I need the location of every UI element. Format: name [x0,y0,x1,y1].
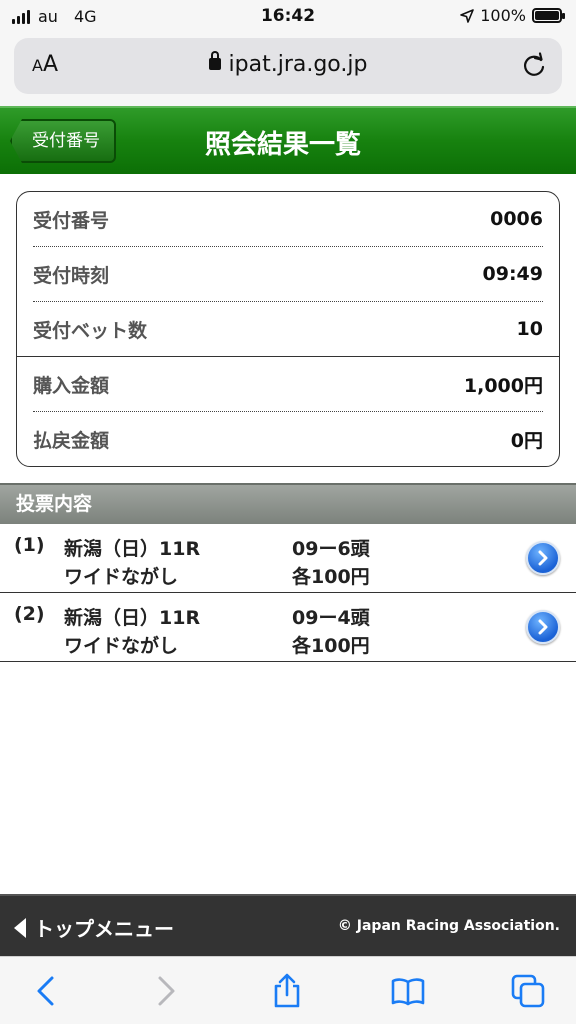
footer-bar: トップメニュー © Japan Racing Association. [0,894,576,956]
bookmarks-icon[interactable] [390,973,426,1009]
bet-race: 新潟（日）11R [64,538,201,560]
tabs-icon[interactable] [510,973,546,1009]
reload-icon[interactable] [520,52,548,80]
chevron-right-icon[interactable] [526,610,560,644]
receipt-info-card: 受付番号 0006 受付時刻 09:49 受付ベット数 10 購入金額 1,00… [16,191,560,467]
copyright-text: © Japan Racing Association. [337,918,560,934]
browser-toolbar [0,956,576,1024]
battery-percent: 100% [480,6,526,25]
bet-race: 新潟（日）11R [64,607,201,629]
bet-type: ワイドながし [64,635,179,657]
receipt-value: 0006 [490,208,543,230]
app-header: 受付番号 照会結果一覧 [0,106,576,174]
page-title: 照会結果一覧 [204,130,361,160]
receipt-value: 1,000円 [463,374,543,397]
back-arrow-icon[interactable] [28,973,64,1009]
receipt-value: 09:49 [482,263,543,285]
top-menu-label: トップメニュー [34,917,174,941]
bet-amount: 各100円 [292,635,370,657]
top-menu-link[interactable]: トップメニュー [14,913,174,942]
address-bar[interactable]: AA ipat.jra.go.jp [14,38,562,94]
bet-number: (1) [14,534,45,556]
receipt-row: 購入金額 1,000円 [33,357,543,411]
url-display[interactable]: ipat.jra.go.jp [14,51,562,77]
receipt-label: 受付番号 [33,209,110,232]
status-bar: au 4G 16:42 100% [0,0,576,34]
bet-horses: 09ー6頭 [292,538,370,560]
forward-arrow-icon[interactable] [148,973,184,1009]
receipt-row: 受付ベット数 10 [33,302,543,356]
location-arrow-icon [460,8,475,23]
url-text: ipat.jra.go.jp [228,52,368,77]
receipt-row: 受付時刻 09:49 [33,247,543,301]
receipt-label: 受付時刻 [33,264,110,287]
triangle-left-icon [14,917,26,938]
bets-section-header: 投票内容 [0,483,576,524]
bet-horses: 09ー4頭 [292,607,370,629]
lock-icon [208,51,221,70]
share-icon[interactable] [269,973,305,1009]
receipt-row: 払戻金額 0円 [33,412,543,466]
receipt-value: 0円 [510,429,543,452]
receipt-label: 購入金額 [33,374,110,397]
receipt-row: 受付番号 0006 [33,192,543,246]
battery-icon [532,8,565,23]
status-right: 100% [460,6,565,25]
chevron-right-icon[interactable] [526,541,560,575]
bet-type: ワイドながし [64,566,179,588]
bet-list-item[interactable]: (2) 新潟（日）11R ワイドながし 09ー4頭 各100円 [0,593,576,662]
bet-amount: 各100円 [292,566,370,588]
browser-url-area: AA ipat.jra.go.jp [0,34,576,106]
receipt-value: 10 [516,318,543,340]
bet-number: (2) [14,603,45,625]
receipt-label: 払戻金額 [33,429,110,452]
receipt-label: 受付ベット数 [33,319,148,342]
bet-list-item[interactable]: (1) 新潟（日）11R ワイドながし 09ー6頭 各100円 [0,524,576,593]
